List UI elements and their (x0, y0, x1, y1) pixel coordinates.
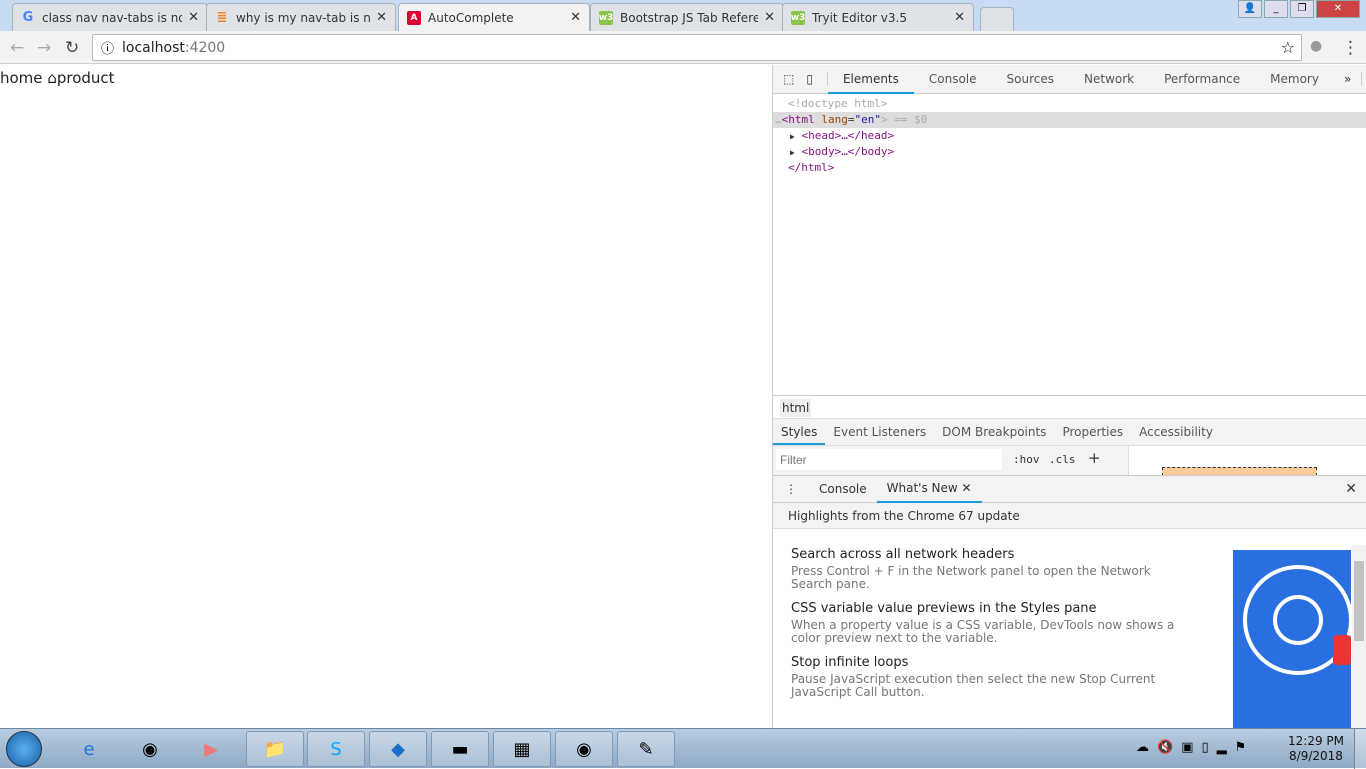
new-tab-button[interactable] (980, 7, 1014, 31)
start-button[interactable] (6, 731, 42, 767)
w3schools-icon: w3 (598, 10, 614, 25)
subtab-dom-breakpoints[interactable]: DOM Breakpoints (934, 419, 1054, 445)
internet-explorer-icon[interactable]: e (60, 731, 118, 767)
devtools-panel: ⬚ ▯ Elements Console Sources Network Per… (772, 65, 1366, 728)
tab-memory[interactable]: Memory (1255, 65, 1334, 94)
devtools-menu-icon[interactable]: ⋮ (1361, 72, 1366, 86)
close-tab-icon[interactable]: ✕ (188, 10, 199, 25)
menu-icon[interactable]: ⋮ (1342, 38, 1359, 58)
breadcrumb[interactable]: html (780, 399, 812, 417)
styles-filter-input[interactable] (776, 449, 1002, 470)
tab-title: class nav nav-tabs is not (42, 10, 183, 25)
bookmark-star-icon[interactable]: ☆ (1281, 38, 1295, 57)
dom-doctype[interactable]: <!doctype html> (773, 96, 1366, 112)
more-tabs-icon[interactable]: » (1334, 72, 1361, 86)
close-tab-icon[interactable]: ✕ (764, 10, 775, 25)
volume-muted-icon: 🔇 (1157, 740, 1182, 755)
skype-icon[interactable]: S (307, 731, 365, 767)
tab-elements[interactable]: Elements (827, 65, 914, 94)
browser-tab-2[interactable]: ≣ why is my nav-tab is not ✕ (206, 3, 396, 31)
minimize-button[interactable]: _ (1264, 0, 1288, 18)
tab-title: why is my nav-tab is not (236, 10, 371, 25)
hov-toggle[interactable]: :hov (1013, 453, 1040, 466)
tab-console[interactable]: Console (914, 65, 992, 94)
tab-strip: Gclass nav nav-tabs is not ✕ ≣ why is my n… (0, 0, 1366, 31)
windows-taskbar: e ◉ ▶ 📁 S ◆ ▬ ▦ ◉ ✎ ☁🔇▣▯▂⚑ 12:29 PM 8/9/2… (0, 728, 1366, 769)
close-tab-icon[interactable]: ✕ (962, 481, 972, 495)
cls-toggle[interactable]: .cls (1049, 453, 1076, 466)
home-link[interactable]: home (0, 69, 43, 87)
home-icon: ⌂ (47, 69, 57, 87)
tab-title: Bootstrap JS Tab Referen (620, 10, 759, 25)
url-host: localhost (122, 39, 185, 56)
box-model-pane (1128, 446, 1366, 476)
subtab-styles[interactable]: Styles (773, 419, 826, 445)
device-toolbar-icon[interactable]: ▯ (802, 72, 828, 86)
drawer-tab-console[interactable]: Console (809, 482, 877, 496)
maximize-button[interactable]: ❐ (1290, 0, 1314, 18)
action-center-flag-icon: ⚑ (1234, 740, 1255, 755)
chrome-taskbar-icon[interactable]: ◉ (555, 731, 613, 767)
skype-tray-icon: ☁ (1136, 740, 1157, 755)
extension-icon[interactable]: ● (1310, 38, 1322, 54)
tab-title: AutoComplete (428, 10, 514, 25)
browser-tab-4[interactable]: w3 Bootstrap JS Tab Referen ✕ (590, 3, 784, 31)
subtab-event-listeners[interactable]: Event Listeners (825, 419, 934, 445)
network-tray-icon: ▣ (1181, 740, 1202, 755)
chrome-icon[interactable]: ◉ (121, 731, 179, 767)
dom-head[interactable]: ▶ <head>…</head> (773, 128, 1366, 144)
forward-button[interactable]: → (37, 38, 51, 58)
page-content: home ⌂product (0, 65, 772, 728)
drawer-menu-icon[interactable]: ⋮ (773, 482, 809, 496)
notepad-icon[interactable]: ✎ (617, 731, 675, 767)
dom-html-selected[interactable]: …<html lang="en"> == $0 (773, 112, 1366, 128)
user-icon[interactable]: 👤 (1238, 0, 1262, 18)
back-button[interactable]: ← (10, 38, 24, 58)
new-style-rule-button[interactable]: + (1088, 449, 1101, 467)
dom-html-close[interactable]: </html> (773, 160, 1366, 176)
reload-button[interactable]: ↻ (65, 38, 79, 58)
subtab-properties[interactable]: Properties (1054, 419, 1131, 445)
file-explorer-icon[interactable]: 📁 (246, 731, 304, 767)
media-player-icon[interactable]: ▶ (182, 731, 240, 767)
w3schools-icon: w3 (790, 10, 806, 25)
highlights-header: Highlights from the Chrome 67 update (773, 503, 1366, 529)
product-link[interactable]: product (57, 69, 115, 87)
chrome-67-illustration (1233, 550, 1351, 728)
vscode-icon[interactable]: ◆ (369, 731, 427, 767)
stackoverflow-icon: ≣ (216, 10, 228, 25)
subtab-accessibility[interactable]: Accessibility (1131, 419, 1221, 445)
scrollbar[interactable] (1352, 545, 1366, 728)
drawer-tab-whats-new[interactable]: What's New ✕ (876, 476, 982, 503)
browser-tab-1[interactable]: Gclass nav nav-tabs is not ✕ (12, 3, 208, 31)
signal-icon: ▂ (1216, 740, 1235, 755)
info-icon[interactable]: ⓘ (101, 38, 114, 57)
clock[interactable]: 12:29 PM 8/9/2018 (1288, 734, 1344, 764)
dom-body[interactable]: ▶ <body>…</body> (773, 144, 1366, 160)
tab-network[interactable]: Network (1069, 65, 1149, 94)
browser-toolbar: ← → ↻ ⓘ localhost:4200 ☆ ● ⋮ (0, 31, 1366, 64)
close-drawer-icon[interactable]: ✕ (1335, 481, 1366, 497)
battery-icon: ▯ (1201, 740, 1217, 755)
close-window-button[interactable]: ✕ (1316, 0, 1360, 18)
close-tab-icon[interactable]: ✕ (570, 10, 581, 25)
browser-tab-3[interactable]: A AutoComplete ✕ (398, 3, 590, 31)
tab-sources[interactable]: Sources (992, 65, 1069, 94)
address-bar[interactable]: ⓘ localhost:4200 ☆ (92, 34, 1302, 61)
google-icon: G (22, 10, 34, 25)
tab-performance[interactable]: Performance (1149, 65, 1255, 94)
show-desktop-button[interactable] (1354, 729, 1366, 769)
angular-icon: A (407, 10, 421, 25)
url-port: :4200 (184, 39, 226, 56)
tray-icons[interactable]: ☁🔇▣▯▂⚑ (1136, 740, 1254, 755)
inspect-element-icon[interactable]: ⬚ (773, 72, 802, 86)
control-panel-icon[interactable]: ▦ (493, 731, 551, 767)
browser-tab-5[interactable]: w3 Tryit Editor v3.5 ✕ (782, 3, 974, 31)
dom-tree: <!doctype html> …<html lang="en"> == $0 … (773, 94, 1366, 176)
tab-title: Tryit Editor v3.5 (812, 10, 907, 25)
close-tab-icon[interactable]: ✕ (954, 10, 965, 25)
close-tab-icon[interactable]: ✕ (376, 10, 387, 25)
command-prompt-icon[interactable]: ▬ (431, 731, 489, 767)
